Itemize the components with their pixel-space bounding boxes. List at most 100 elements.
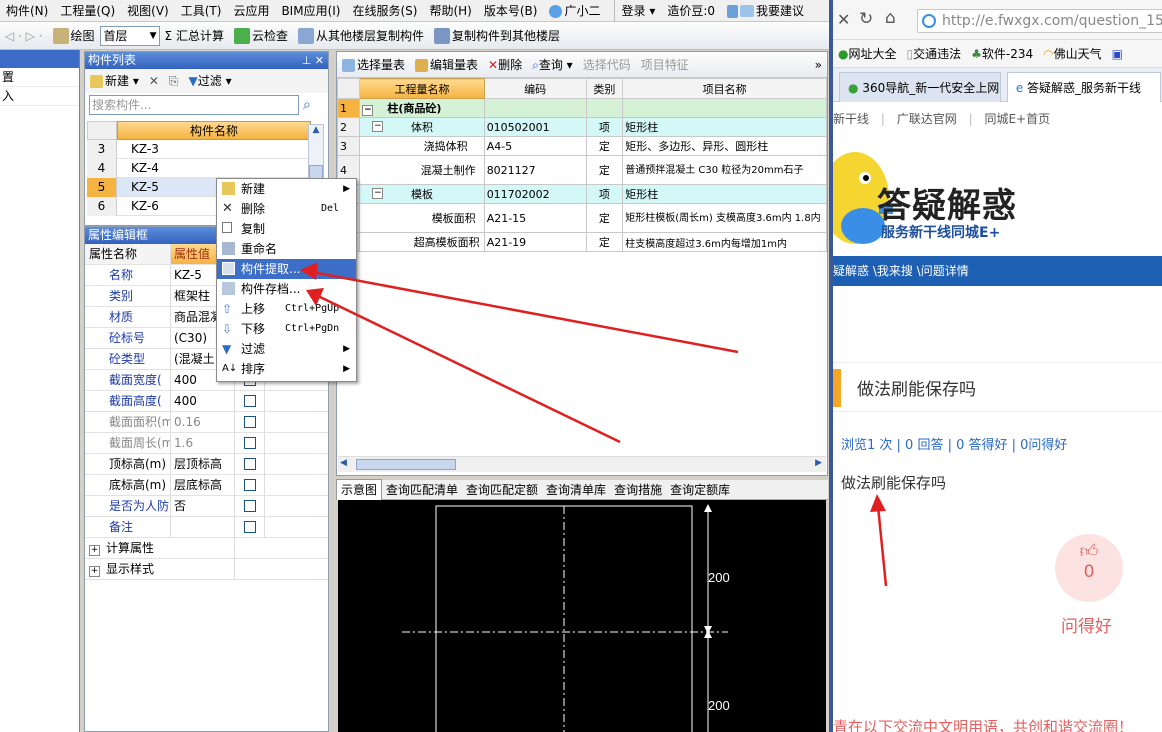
- property-group-display[interactable]: + 显示样式: [85, 559, 328, 580]
- edit-table-button[interactable]: 编辑量表: [410, 53, 483, 77]
- tab-match-quota[interactable]: 查询匹配定额: [462, 480, 542, 500]
- table-row[interactable]: 超高模板面积 A21-19 定 柱支模高度超过3.6m内每增加1m内: [336, 232, 827, 252]
- tab-diagram[interactable]: 示意图: [336, 479, 383, 500]
- like-button[interactable]: 👍︎ 0: [1055, 534, 1123, 602]
- quantity-hscrollbar[interactable]: ◀ ▶: [338, 456, 826, 472]
- favorite-item[interactable]: ▣: [1107, 42, 1128, 66]
- table-row[interactable]: 4 混凝土制作 8021127 定 普通预拌混凝土 C30 粒径为20mm石子: [336, 155, 827, 185]
- favorite-item[interactable]: ●网址大全: [833, 42, 902, 66]
- context-menu-sort[interactable]: A↓ 排序 ▶: [217, 359, 356, 379]
- diagram-preview[interactable]: 200 200: [338, 500, 826, 732]
- context-menu-filter[interactable]: ▼ 过滤 ▶: [217, 339, 356, 359]
- menu-version[interactable]: 版本号(B): [478, 0, 544, 22]
- select-code-button[interactable]: 选择代码: [578, 53, 636, 77]
- filter-button[interactable]: ▼过滤 ▾: [184, 69, 237, 93]
- menu-quantity[interactable]: 工程量(Q): [54, 0, 121, 22]
- scroll-up-icon[interactable]: ▲: [309, 125, 323, 139]
- more-icon[interactable]: »: [810, 53, 827, 77]
- menu-assistant[interactable]: 广小二: [543, 0, 606, 22]
- menu-tools[interactable]: 工具(T): [175, 0, 228, 22]
- undo-button[interactable]: ◁ · ▷ ·: [0, 24, 48, 48]
- summary-button[interactable]: Σ 汇总计算: [160, 24, 229, 48]
- context-menu-copy[interactable]: 复制: [217, 219, 356, 239]
- component-name-header[interactable]: 构件名称: [117, 121, 311, 140]
- refresh-icon[interactable]: ↻: [859, 9, 873, 29]
- favorite-item[interactable]: ◠佛山天气: [1038, 42, 1107, 66]
- scroll-left-icon[interactable]: ◀: [340, 458, 347, 468]
- select-table-button[interactable]: 选择量表: [337, 53, 410, 77]
- table-row[interactable]: − 模板 011702002 项 矩形柱: [336, 184, 827, 204]
- copy-component-button[interactable]: ⎘: [164, 69, 184, 93]
- left-panel-item[interactable]: 置: [0, 68, 79, 87]
- property-group-calc[interactable]: + 计算属性: [85, 538, 328, 559]
- search-icon[interactable]: ⌕: [303, 97, 311, 113]
- table-row[interactable]: 2 − 体积 010502001 项 矩形柱: [336, 117, 827, 137]
- context-menu-extract[interactable]: 构件提取...: [217, 259, 356, 279]
- context-menu-delete[interactable]: ✕ 删除 Del: [217, 199, 356, 219]
- left-panel-item[interactable]: 入: [0, 87, 79, 106]
- site-nav-link[interactable]: 同城E+首页: [984, 112, 1050, 126]
- property-row[interactable]: 底标高(m) 层底标高: [85, 475, 328, 496]
- property-checkbox[interactable]: [243, 416, 256, 428]
- collapse-icon[interactable]: −: [372, 121, 384, 132]
- table-row[interactable]: 4 KZ-4: [87, 159, 311, 178]
- favorite-item[interactable]: ♣软件-234: [966, 42, 1038, 66]
- context-menu-new[interactable]: 新建 ▶: [217, 179, 356, 199]
- table-row[interactable]: 1 − 柱(商品砼): [336, 98, 827, 118]
- table-row[interactable]: 3 浇捣体积 A4-5 定 矩形、多边形、异形、圆形柱: [336, 136, 827, 156]
- menu-online[interactable]: 在线服务(S): [346, 0, 423, 22]
- tab-match-bill[interactable]: 查询匹配清单: [382, 480, 462, 500]
- context-menu-archive[interactable]: 构件存档...: [217, 279, 356, 299]
- expand-icon[interactable]: +: [89, 545, 100, 556]
- browser-tab-active[interactable]: e 答疑解惑_服务新干线: [1006, 72, 1161, 102]
- site-nav-link[interactable]: 新干线: [833, 112, 869, 126]
- menu-component[interactable]: 构件(N): [0, 0, 54, 22]
- tab-bill-library[interactable]: 查询清单库: [542, 480, 610, 500]
- col-item-name[interactable]: 项目名称: [622, 78, 827, 99]
- property-checkbox[interactable]: [243, 437, 256, 449]
- property-checkbox[interactable]: [243, 500, 256, 512]
- delete-component-button[interactable]: ✕: [144, 69, 164, 93]
- context-menu-move-up[interactable]: ⇧ 上移 Ctrl+PgUp: [217, 299, 356, 319]
- query-button[interactable]: ⌕查询 ▾: [527, 53, 578, 77]
- scroll-thumb[interactable]: [356, 459, 456, 470]
- breadcrumb[interactable]: 疑解惑 \我来搜 \问题详情: [833, 256, 1162, 286]
- stop-icon[interactable]: ✕: [837, 10, 850, 29]
- draw-button[interactable]: 绘图: [48, 24, 100, 48]
- collapse-icon[interactable]: −: [372, 188, 384, 199]
- item-feature-button[interactable]: 项目特征: [636, 53, 694, 77]
- property-row[interactable]: 备注: [85, 517, 328, 538]
- panel-pin-close-icons[interactable]: ⊥ ✕: [302, 52, 324, 69]
- col-code[interactable]: 编码: [483, 78, 587, 99]
- col-type[interactable]: 类别: [585, 78, 624, 99]
- feedback-button[interactable]: 我要建议: [721, 0, 810, 22]
- address-bar[interactable]: http://e.fwxgx.com/question_155: [917, 9, 1162, 33]
- menu-view[interactable]: 视图(V): [121, 0, 175, 22]
- expand-icon[interactable]: +: [89, 566, 100, 577]
- home-icon[interactable]: ⌂: [885, 8, 896, 28]
- tab-quota-library[interactable]: 查询定额库: [666, 480, 734, 500]
- floor-select[interactable]: 首层 ▼: [99, 25, 160, 46]
- property-row[interactable]: 是否为人防否: [85, 496, 328, 517]
- new-component-button[interactable]: 新建 ▾: [85, 69, 144, 93]
- context-menu-move-down[interactable]: ⇩ 下移 Ctrl+PgDn: [217, 319, 356, 339]
- property-row[interactable]: 顶标高(m) 层顶标高: [85, 454, 328, 475]
- menu-help[interactable]: 帮助(H): [423, 0, 477, 22]
- favorite-item[interactable]: ▯交通违法: [902, 42, 967, 66]
- property-checkbox[interactable]: [243, 458, 256, 470]
- col-quantity-name[interactable]: 工程量名称: [359, 78, 485, 99]
- component-search-input[interactable]: 搜索构件...: [89, 95, 299, 115]
- context-menu-rename[interactable]: 重命名: [217, 239, 356, 259]
- cloud-check-button[interactable]: 云检查: [229, 24, 293, 48]
- property-row[interactable]: 截面面积(m 0.16: [85, 412, 328, 433]
- site-nav-link[interactable]: 广联达官网: [897, 112, 957, 126]
- login-button[interactable]: 登录 ▾: [614, 0, 661, 22]
- collapse-icon[interactable]: −: [362, 105, 374, 116]
- copy-from-floor-button[interactable]: 从其他楼层复制构件: [293, 24, 429, 48]
- tab-measures[interactable]: 查询措施: [610, 480, 666, 500]
- property-checkbox[interactable]: [243, 479, 256, 491]
- menu-bim[interactable]: BIM应用(I): [275, 0, 346, 22]
- copy-to-floor-button[interactable]: 复制构件到其他楼层: [429, 24, 565, 48]
- browser-tab[interactable]: ● 360导航_新一代安全上网: [839, 72, 1001, 102]
- table-row[interactable]: 3 KZ-3: [87, 140, 311, 159]
